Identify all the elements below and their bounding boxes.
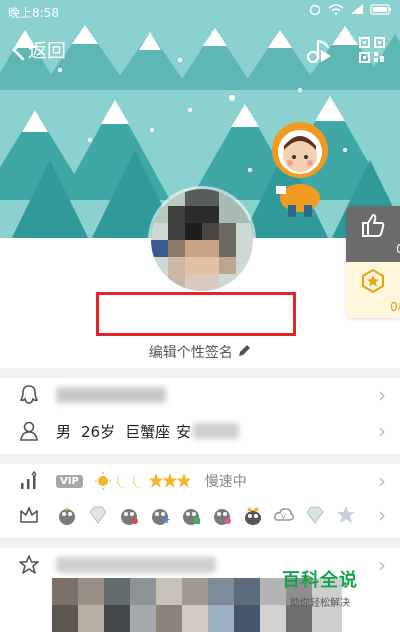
edit-signature-link[interactable]: 编辑个性签名: [0, 342, 400, 362]
penguin-heart-badge-icon: [214, 509, 231, 525]
gender: 男: [56, 422, 72, 441]
star-icon: [162, 473, 178, 488]
chevron-left-icon: [12, 39, 25, 60]
star-icon: [148, 473, 164, 488]
chevron-right-icon: ›: [378, 503, 386, 527]
crown-icon: [20, 507, 38, 523]
svg-text:V: V: [281, 513, 286, 521]
zodiac: 巨蟹座: [125, 422, 171, 441]
penguin-gift-badge-icon: [183, 509, 200, 525]
diamond-icon: [89, 506, 107, 524]
star-icon: [176, 473, 191, 488]
signal-icon: [351, 4, 363, 14]
chevron-right-icon: ›: [378, 383, 386, 407]
section-divider: [0, 454, 400, 464]
thumbs-up-icon: [362, 214, 385, 237]
penguin-badge-icon: [121, 509, 138, 525]
account-row[interactable]: ›: [0, 378, 400, 412]
chevron-right-icon: ›: [378, 469, 386, 493]
section-divider: [0, 368, 400, 378]
diamond-icon: [306, 506, 324, 524]
avatar-image: [151, 189, 253, 291]
avatar[interactable]: [148, 186, 256, 294]
side-panel: 0 0枚: [346, 206, 400, 318]
moon-icon: [132, 474, 143, 488]
level-row[interactable]: VIP 慢速中 ›: [0, 464, 400, 498]
like-button[interactable]: 0: [346, 206, 400, 262]
nickname-highlight-box: [96, 292, 296, 336]
signature-label: 编辑个性签名: [148, 345, 233, 361]
qr-code-icon[interactable]: [358, 36, 386, 64]
person-icon: [20, 421, 38, 441]
badges-row[interactable]: V ›: [0, 498, 400, 532]
like-count: 0: [396, 242, 400, 256]
pencil-icon: [239, 345, 251, 356]
personal-info-row[interactable]: 男 26岁 巨蟹座 安 ›: [0, 414, 400, 448]
watermark-subtitle: 助你轻松解决: [290, 598, 350, 609]
chevron-right-icon: ›: [378, 419, 386, 443]
gift-count: 0枚: [390, 300, 400, 314]
watermark: 百科全说 助你轻松解决: [282, 566, 358, 609]
back-label: 返回: [28, 40, 67, 62]
star-outline-icon: [19, 555, 39, 574]
redacted-account: [56, 387, 166, 403]
wifi-icon: [328, 4, 344, 15]
cloud-v-icon: V: [274, 508, 294, 521]
status-bar: 晚上8:58: [0, 0, 400, 24]
level-icons: [94, 472, 191, 490]
redacted-moments-text: [56, 557, 216, 573]
navigation-bar: 返回: [0, 28, 400, 72]
moon-icon: [116, 474, 127, 488]
redacted-location: [193, 423, 240, 439]
age: 26岁: [81, 422, 116, 441]
section-divider: [0, 538, 400, 548]
star-icon: [337, 506, 355, 523]
location-prefix: 安: [176, 422, 192, 441]
vip-badge: VIP: [56, 474, 83, 488]
level-chart-icon: [21, 470, 37, 489]
gift-button[interactable]: 0枚: [346, 262, 400, 318]
crowned-penguin-icon: [245, 507, 261, 525]
speed-status: 慢速中: [204, 474, 247, 490]
battery-icon: [370, 4, 391, 15]
penguin-star-badge-icon: [152, 509, 170, 525]
star-badge-icon: [362, 269, 384, 293]
music-note-icon[interactable]: [304, 36, 334, 66]
sun-icon: [94, 472, 111, 490]
penguin-icon: [19, 385, 39, 404]
back-button[interactable]: 返回: [10, 36, 66, 63]
status-time: 晚上8:58: [8, 6, 59, 20]
alarm-icon: [309, 4, 321, 15]
penguin-badge-icon: [59, 507, 75, 525]
watermark-title: 百科全说: [282, 570, 358, 591]
chevron-right-icon: ›: [378, 553, 386, 577]
